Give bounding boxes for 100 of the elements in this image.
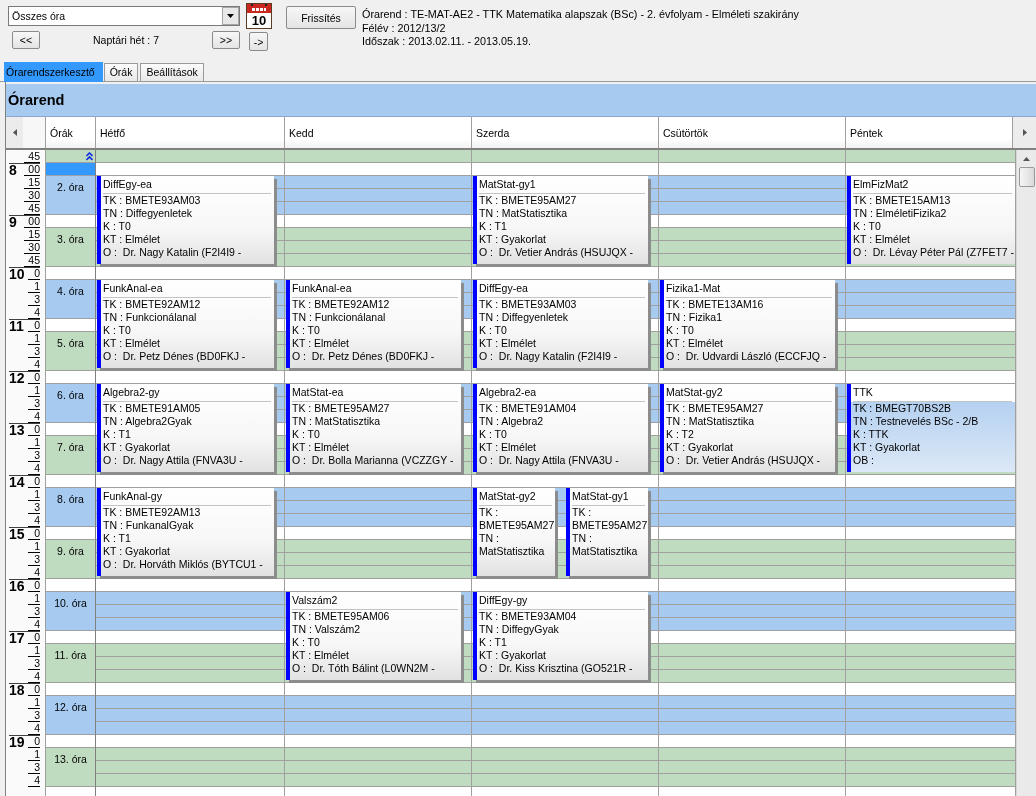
double-chevron-up-icon[interactable] [86,151,93,161]
course-detail: TN : Testnevelés BSc - 2/B [853,415,980,428]
course-detail: TK : BMEGT70BS2B [853,402,953,415]
course-detail: TN : Algebra2Gyak [103,415,193,428]
minute-label: 4 [28,775,40,787]
next-week-button[interactable]: >> [212,31,240,49]
minute-label: 3 [28,294,40,306]
lesson-header: 5. óra [46,332,95,371]
course-card[interactable]: FunkAnal-ea TK : BMETE92AM12 TN : Funkcionálanal K : T0 KT : Elmélet O : Dr. Petz Dénes (BD0FKJ - [286,280,461,368]
lesson-header: 4. óra [46,280,95,319]
tab[interactable]: Órarendszerkesztő [4,62,103,82]
course-card[interactable]: MatStat-gy2 TK : BMETE95AM27 TN : MatStatisztika K : T2 KT : Gyakorlat O : Dr. Vetier András (HSUJQX - [660,384,835,472]
course-detail: K : T0 [292,636,321,649]
course-card[interactable]: TTK TK : BMEGT70BS2B TN : Testnevelés BSc - 2/B K : TTK KT : Gyakorlat OB : [847,384,1015,472]
course-detail: O : Dr. Nagy Katalin (F2I4I9 - [479,350,619,363]
course-title: Fizika1-Mat [666,280,832,298]
course-card[interactable]: ElmFizMat2 TK : BMETE15AM13 TN : ElméletiFizika2 K : T0 KT : Elmélet O : Dr. Lévay Péter Pál (Z7FET7 - [847,176,1015,264]
caret-left-icon [12,129,17,136]
course-title: MatStat-ea [292,384,458,402]
tab[interactable]: Beállítások [140,63,204,81]
course-detail: K : T0 [103,324,132,337]
calendar-button[interactable]: 10 [246,3,272,29]
course-detail: KT : Elmélet [853,233,911,246]
hour-label: 11 [9,320,24,332]
course-detail: KT : Elmélet [103,233,161,246]
minute-label: 4 [28,671,40,683]
course-card[interactable]: DiffEgy-ea TK : BMETE93AM03 TN : Diffegyenletek K : T0 KT : Elmélet O : Dr. Nagy Katalin (F2I4I9 - [97,176,274,264]
course-card[interactable]: MatStat-gy1 TK : BMETE95AM27 TN : MatStatisztika [566,488,648,576]
course-detail: O : Dr. Horváth Miklós (BYTCU1 - [103,558,264,571]
course-detail: K : T1 [103,428,132,441]
course-card[interactable]: Valszám2 TK : BMETE95AM06 TN : Valszám2 K : T0 KT : Elmélet O : Dr. Tóth Bálint (L0WN2M - [286,592,461,680]
course-detail: O : Dr. Petz Dénes (BD0FKJ - [292,350,436,363]
course-detail: TK : BMETE95AM27 [292,402,391,415]
course-detail: TN : MatStatisztika [479,532,546,558]
hour-filter-dropdown[interactable]: Összes óra [8,6,240,26]
course-title: FunkAnal-ea [103,280,271,298]
column-header: Órák [46,117,96,148]
course-detail: KT : Elmélet [479,337,537,350]
course-card[interactable]: MatStat-gy1 TK : BMETE95AM27 TN : MatStatisztika K : T1 KT : Gyakorlat O : Dr. Vetier András (HSUJQX - [473,176,648,264]
course-card[interactable]: FunkAnal-gy TK : BMETE92AM13 TN : FunkanalGyak K : T1 KT : Gyakorlat O : Dr. Horváth Miklós (BYTCU1 - [97,488,274,576]
course-detail: TN : DiffegyGyak [479,623,560,636]
hour-label: 8 [9,164,17,176]
minute-label: 4 [28,411,40,423]
minute-label: 1 [28,437,40,449]
course-detail: O : Dr. Kiss Krisztina (GO521R - [479,662,634,675]
course-title: DiffEgy-gy [479,592,645,610]
course-detail: TK : BMETE92AM12 [292,298,391,311]
refresh-button[interactable]: Frissítés [286,6,356,29]
course-detail: TK : BMETE93AM04 [479,610,578,623]
lesson-header: 12. óra [46,696,95,735]
minute-label: 3 [28,710,40,722]
scroll-left-button[interactable] [6,117,23,148]
minute-label: 45 [24,203,40,215]
course-detail: TN : Funkcionálanal [103,311,198,324]
minute-label: 0 [28,528,40,540]
course-detail: TK : BMETE15AM13 [853,194,952,207]
course-detail: TN : MatStatisztika [292,415,382,428]
minute-label: 30 [24,190,40,202]
jump-button[interactable]: -> [249,32,268,51]
course-card[interactable]: DiffEgy-gy TK : BMETE93AM04 TN : DiffegyGyak K : T1 KT : Gyakorlat O : Dr. Kiss Krisztina (GO521R - [473,592,648,680]
course-card[interactable]: MatStat-ea TK : BMETE95AM27 TN : MatStatisztika K : T0 KT : Elmélet O : Dr. Bolla Marianna (VCZZGY - [286,384,461,472]
course-detail: TK : BMETE91AM05 [103,402,202,415]
timetable-info: Órarend : TE-MAT-AE2 - TTK Matematika alapszak (BSc) - 2. évfolyam - Elméleti szakirány [362,8,799,22]
lesson-header: 9. óra [46,540,95,579]
course-detail: O : Dr. Vetier András (HSUJQX - [479,246,635,259]
previous-week-button[interactable]: << [12,31,40,49]
column-header: Szerda [472,117,659,148]
hour-label: 13 [9,424,25,436]
course-detail: TK : BMETE93AM03 [479,298,578,311]
course-detail: K : T0 [292,428,321,441]
tab[interactable]: Órák [103,63,139,81]
course-detail: TK : BMETE95AM27 [479,506,555,532]
course-detail: K : T1 [479,636,508,649]
course-card[interactable]: Algebra2-ea TK : BMETE91AM04 TN : Algebra2 K : T0 KT : Elmélet O : Dr. Nagy Attila (FNVA3U - [473,384,648,472]
week-label: Naptári hét : 7 [92,33,160,48]
course-title: ElmFizMat2 [853,176,1012,194]
course-detail: O : Dr. Nagy Attila (FNVA3U - [479,454,620,467]
course-card[interactable]: DiffEgy-ea TK : BMETE93AM03 TN : Diffegyenletek K : T0 KT : Elmélet O : Dr. Nagy Katalin (F2I4I9 - [473,280,648,368]
minute-label: 3 [28,502,40,514]
minute-label: 3 [28,398,40,410]
course-detail: TK : BMETE91AM04 [479,402,578,415]
minute-label: 1 [28,333,40,345]
vertical-scrollbar[interactable] [1016,150,1036,796]
hour-label: 15 [9,528,25,540]
lesson-header: 2. óra [46,176,95,215]
course-detail: TK : BMETE95AM27 [572,506,648,532]
minute-label: 4 [28,463,40,475]
course-card[interactable]: Fizika1-Mat TK : BMETE13AM16 TN : Fizika1 K : T0 KT : Elmélet O : Dr. Udvardi László (ECCFJQ - [660,280,835,368]
caret-up-icon [1023,156,1030,161]
course-title: MatStat-gy2 [479,488,552,506]
minute-label: 1 [28,645,40,657]
course-card[interactable]: Algebra2-gy TK : BMETE91AM05 TN : Algebra2Gyak K : T1 KT : Gyakorlat O : Dr. Nagy Attila (FNVA3U - [97,384,274,472]
course-card[interactable]: MatStat-gy2 TK : BMETE95AM27 TN : MatStatisztika [473,488,555,576]
course-card[interactable]: FunkAnal-ea TK : BMETE92AM12 TN : Funkcionálanal K : T0 KT : Elmélet O : Dr. Petz Dénes (BD0FKJ - [97,280,274,368]
scroll-thumb[interactable] [1018,167,1035,187]
minute-label: 00 [24,216,40,228]
minute-label: 0 [28,372,40,384]
course-detail: TK : BMETE92AM13 [103,506,202,519]
column-header: Kedd [285,117,472,148]
panel-title-bar: Órarend [6,84,1036,117]
